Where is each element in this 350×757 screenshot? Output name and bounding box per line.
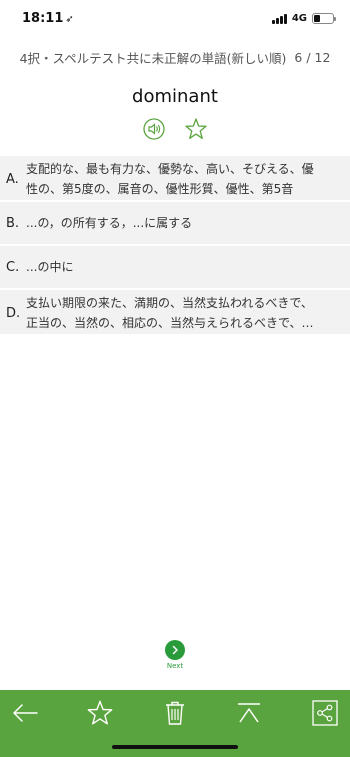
question-word: dominant xyxy=(132,86,218,107)
share-icon xyxy=(312,700,338,726)
word-actions xyxy=(0,116,350,142)
status-indicators: 4G xyxy=(271,13,336,24)
star-icon xyxy=(87,700,113,725)
battery-icon xyxy=(312,13,336,24)
choice-line: 支配的な、最も有力な、優勢な、高い、そびえる、優 xyxy=(26,162,314,176)
toolbar-favorite-button[interactable] xyxy=(85,698,115,728)
next-circle xyxy=(165,640,185,660)
next-button[interactable]: Next xyxy=(160,640,190,670)
star-icon xyxy=(185,118,207,139)
choice-letter: B. xyxy=(6,215,20,231)
choice-line: 支払い期限の来た、満期の、当然支払われるべきで、 xyxy=(26,296,313,310)
choice-a[interactable]: A. 支配的な、最も有力な、優勢な、高い、そびえる、優 性の、第5度の、属音の、… xyxy=(0,156,350,202)
back-arrow-icon xyxy=(13,704,38,722)
quiz-title: 4択・スペルテスト共に未正解の単語(新しい順) xyxy=(19,50,287,66)
status-time: 18:11 ➶ xyxy=(22,11,74,26)
choice-text: ...の中に xyxy=(26,260,74,274)
location-icon: ➶ xyxy=(65,14,74,25)
choice-b[interactable]: B. ...の，の所有する，...に属する xyxy=(0,202,350,246)
speaker-button[interactable] xyxy=(141,116,167,142)
favorite-button[interactable] xyxy=(183,116,209,142)
answer-choices: A. 支配的な、最も有力な、優勢な、高い、そびえる、優 性の、第5度の、属音の、… xyxy=(0,156,350,336)
choice-text: ...の，の所有する，...に属する xyxy=(26,216,193,230)
choice-letter: A. xyxy=(6,172,19,187)
scroll-top-icon xyxy=(238,703,260,723)
share-button[interactable] xyxy=(310,698,340,728)
choice-letter: D. xyxy=(6,306,21,321)
clock: 18:11 xyxy=(22,11,64,26)
delete-button[interactable] xyxy=(160,698,190,728)
home-indicator[interactable] xyxy=(112,745,238,749)
trash-icon xyxy=(166,701,184,725)
choice-text: 支払い期限の来た、満期の、当然支払われるべきで、 正当の、当然の、相応の、当然与… xyxy=(26,293,314,333)
back-button[interactable] xyxy=(10,698,40,728)
choice-d[interactable]: D. 支払い期限の来た、満期の、当然支払われるべきで、 正当の、当然の、相応の、… xyxy=(0,290,350,336)
signal-icon xyxy=(271,13,287,24)
choice-line: 性の、第5度の、属音の、優性形質、優性、第5音 xyxy=(26,182,294,196)
next-label: Next xyxy=(166,662,184,670)
chevron-right-icon xyxy=(172,645,178,655)
scroll-top-button[interactable] xyxy=(234,698,264,728)
choice-c[interactable]: C. ...の中に xyxy=(0,246,350,290)
network-type: 4G xyxy=(291,13,307,24)
quiz-header: 4択・スペルテスト共に未正解の単語(新しい順) 6 / 12 xyxy=(0,40,350,74)
choice-line: 正当の、当然の、相応の、当然与えられるべきで、… xyxy=(26,316,314,330)
question-counter: 6 / 12 xyxy=(294,49,331,65)
choice-letter: C. xyxy=(6,259,20,275)
speaker-icon xyxy=(143,118,165,140)
choice-text: 支配的な、最も有力な、優勢な、高い、そびえる、優 性の、第5度の、属音の、優性形… xyxy=(26,159,314,199)
status-bar: 18:11 ➶ 4G xyxy=(0,0,350,40)
